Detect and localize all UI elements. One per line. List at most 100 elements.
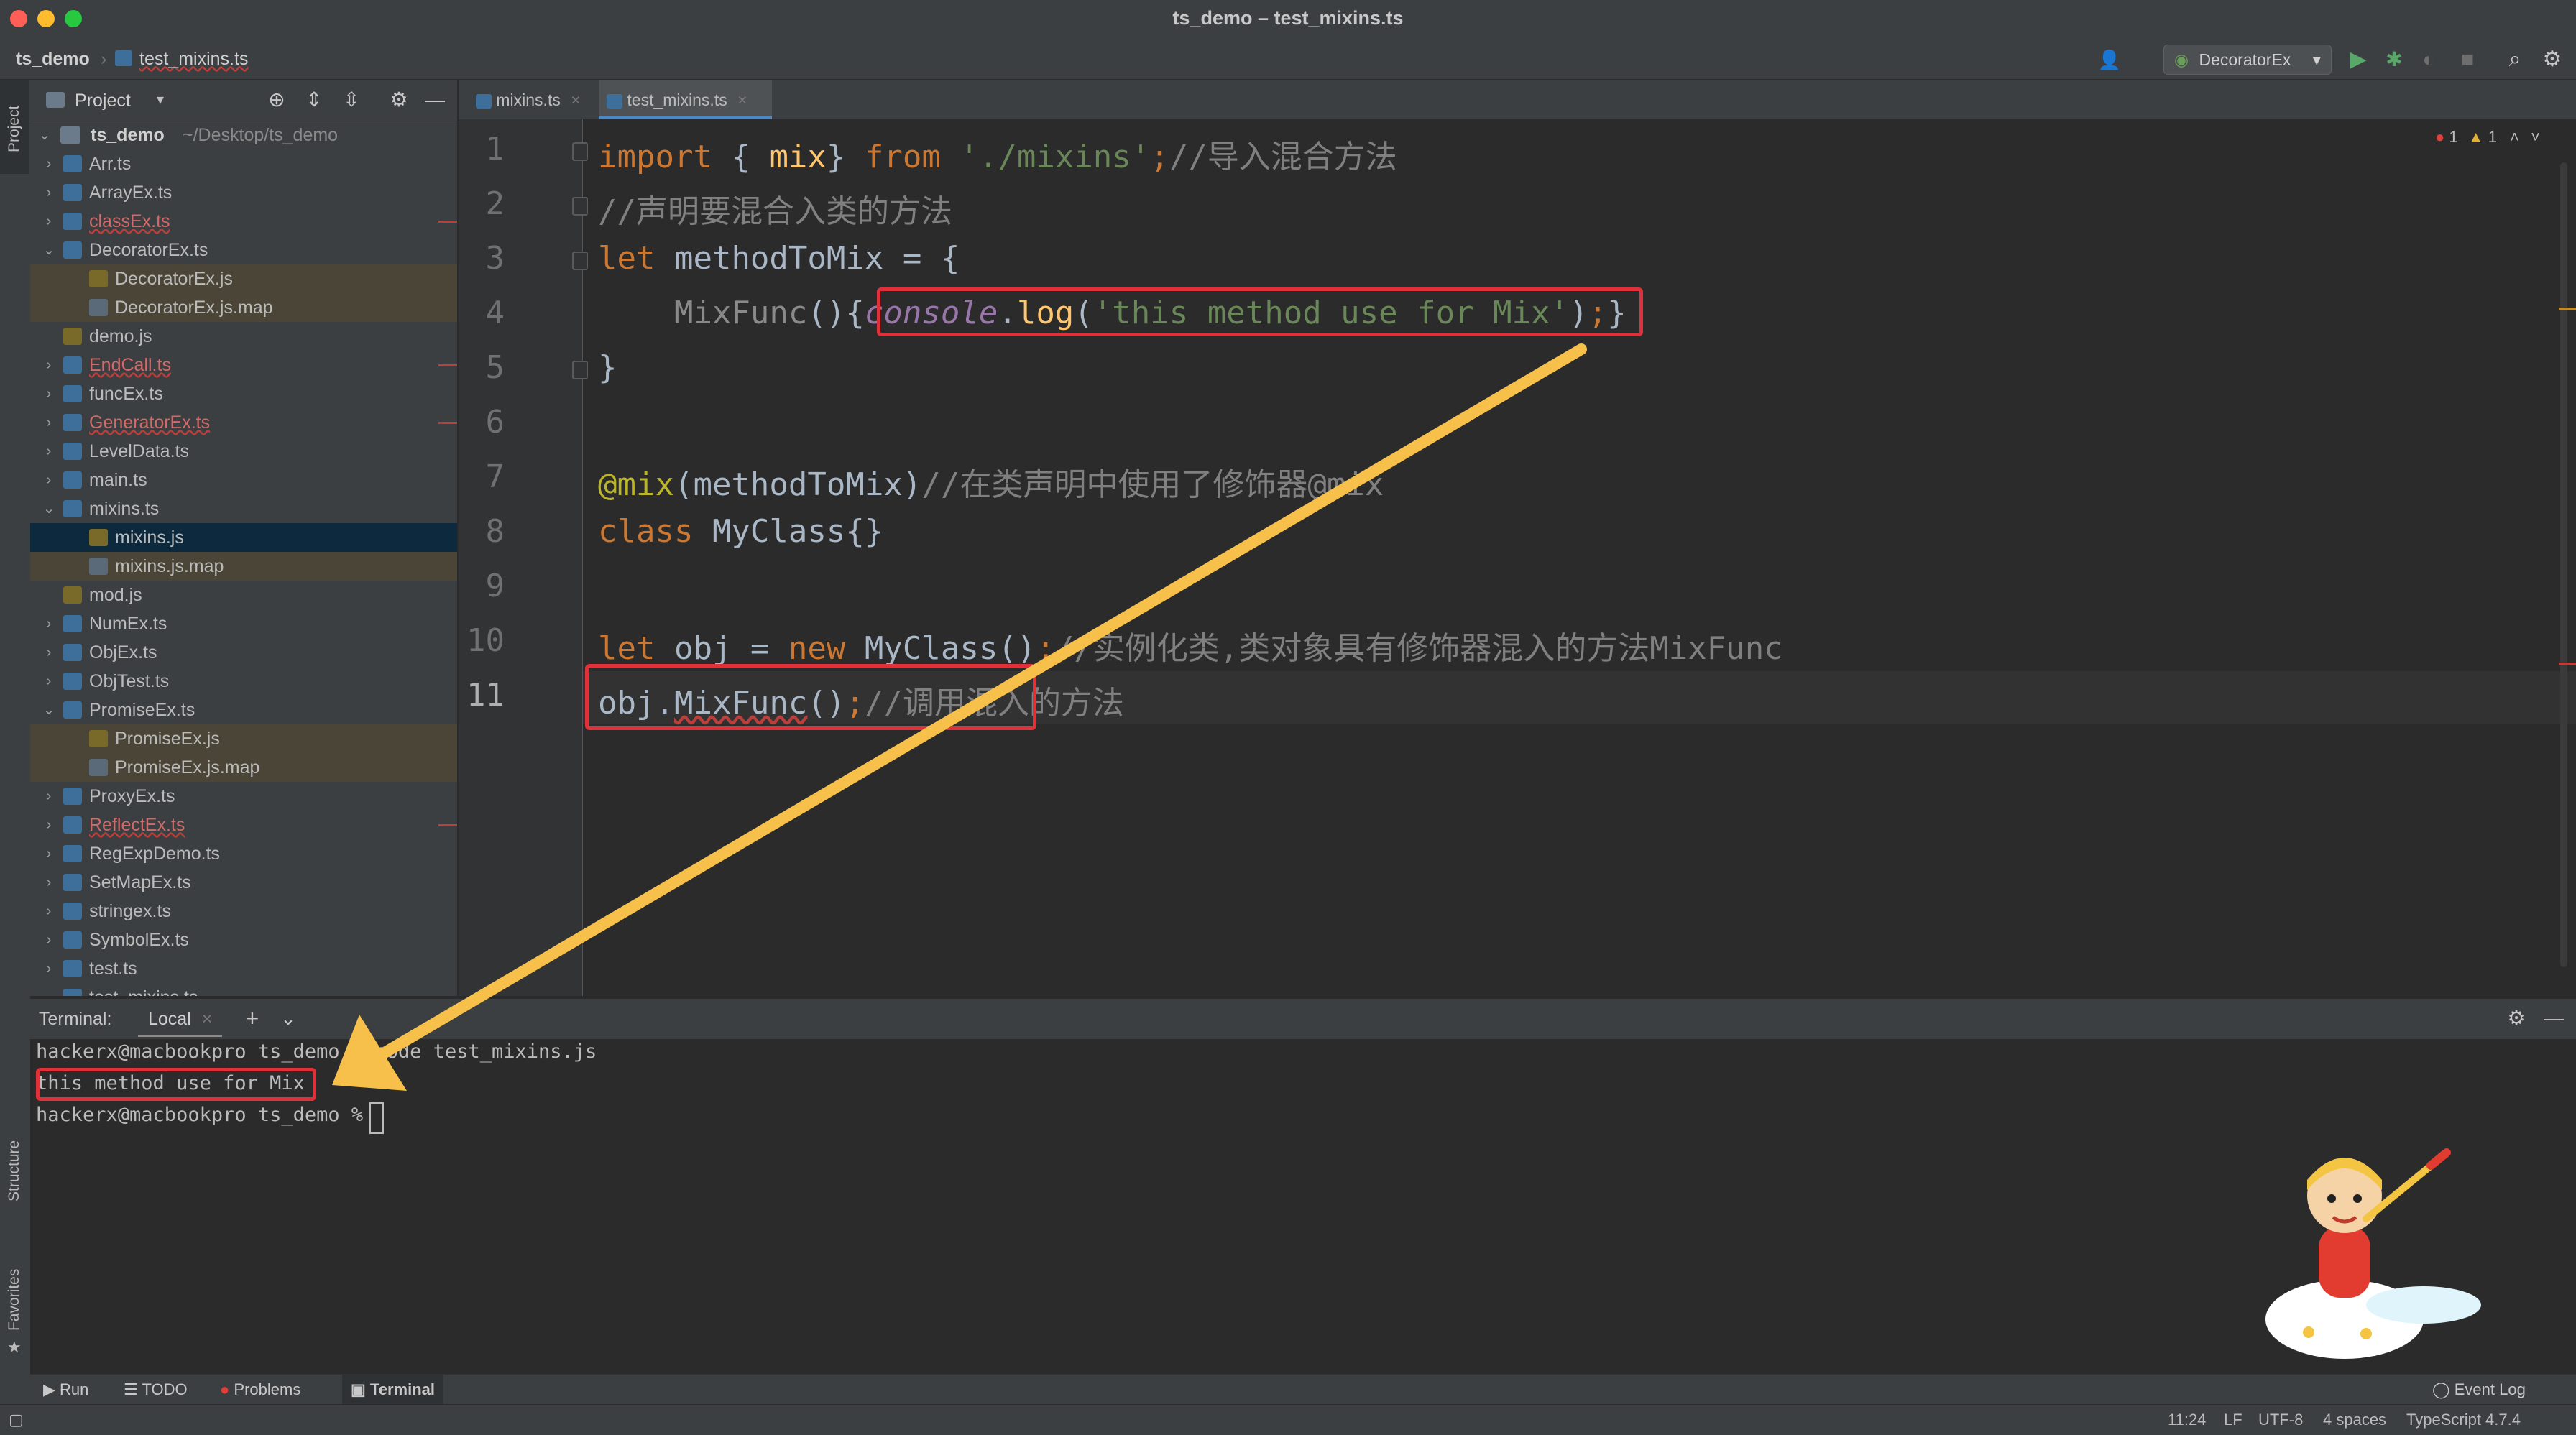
chevron-down-icon[interactable]: ⌄ [42, 236, 56, 264]
terminal-tool-button[interactable]: ▣ Terminal [342, 1375, 443, 1405]
favorites-tool-tab[interactable]: Favorites [6, 1269, 23, 1331]
chevron-right-icon[interactable]: › [42, 954, 56, 983]
gear-icon[interactable]: ⚙ [385, 86, 413, 114]
search-icon[interactable]: ⌕ [2501, 46, 2529, 73]
close-tab-icon[interactable]: × [737, 91, 747, 109]
tree-item[interactable]: › SymbolEx.ts [30, 926, 457, 954]
tree-item[interactable]: › Arr.ts [30, 149, 457, 178]
tree-item[interactable]: › ProxyEx.ts [30, 782, 457, 811]
chevron-right-icon[interactable]: › [42, 868, 56, 897]
chevron-right-icon[interactable]: › [42, 839, 56, 868]
chevron-up-icon[interactable]: ˄ [2510, 128, 2519, 146]
todo-tool-button[interactable]: ☰ TODO [124, 1375, 188, 1405]
breadcrumb-project[interactable]: ts_demo [16, 49, 90, 70]
debug-icon[interactable]: ✱ [2380, 46, 2408, 73]
chevron-right-icon[interactable]: › [42, 149, 56, 178]
tree-item[interactable]: › funcEx.ts [30, 379, 457, 408]
close-tab-icon[interactable]: × [571, 91, 580, 109]
problems-tool-button[interactable]: ● Problems [220, 1375, 300, 1405]
line-separator[interactable]: LF [2224, 1405, 2242, 1435]
tree-item[interactable]: ⌄ test_mixins.ts [30, 983, 457, 996]
locate-file-icon[interactable]: ⊕ [263, 86, 290, 114]
tree-item[interactable]: › ObjTest.ts [30, 667, 457, 696]
chevron-down-icon[interactable]: ⌄ [275, 1005, 302, 1032]
chevron-down-icon[interactable]: ˅ [2531, 128, 2540, 146]
tree-item[interactable]: › ReflectEx.ts [30, 811, 457, 839]
error-marker[interactable] [2559, 663, 2576, 665]
fold-marker-icon[interactable] [572, 361, 588, 379]
event-log-button[interactable]: ◯ Event Log [2432, 1375, 2526, 1405]
tree-item[interactable]: ⌄ PromiseEx.ts [30, 696, 457, 724]
chevron-right-icon[interactable]: › [42, 351, 56, 379]
tree-item[interactable]: › EndCall.ts [30, 351, 457, 379]
chevron-right-icon[interactable]: › [42, 926, 56, 954]
tree-item[interactable]: demo.js [30, 322, 457, 351]
tree-item[interactable]: › stringex.ts [30, 897, 457, 926]
hide-panel-icon[interactable]: — [2540, 1005, 2567, 1032]
indent-setting[interactable]: 4 spaces [2323, 1405, 2386, 1435]
tree-item[interactable]: DecoratorEx.js.map [30, 293, 457, 322]
toggle-panels-icon[interactable]: ▢ [9, 1405, 24, 1435]
terminal-tab-local[interactable]: Local × [138, 1003, 223, 1037]
tab-test-mixins-ts[interactable]: test_mixins.ts × [599, 80, 772, 119]
collapse-all-icon[interactable]: ⇳ [338, 86, 365, 114]
chevron-right-icon[interactable]: › [42, 782, 56, 811]
chevron-down-icon[interactable]: ⌄ [42, 983, 56, 996]
project-tool-tab[interactable]: Project [0, 80, 29, 174]
caret-position[interactable]: 11:24 [2168, 1405, 2206, 1435]
tree-item[interactable]: › NumEx.ts [30, 609, 457, 638]
tree-item[interactable]: ⌄ DecoratorEx.ts [30, 236, 457, 264]
tree-item[interactable]: mixins.js.map [30, 552, 457, 581]
coverage-icon[interactable]: ◐ [2415, 46, 2442, 73]
tree-item[interactable]: › LevelData.ts [30, 437, 457, 466]
chevron-right-icon[interactable]: › [42, 178, 56, 207]
tree-item[interactable]: › ObjEx.ts [30, 638, 457, 667]
tree-item[interactable]: DecoratorEx.js [30, 264, 457, 293]
file-encoding[interactable]: UTF-8 [2258, 1405, 2303, 1435]
tree-item[interactable]: mod.js [30, 581, 457, 609]
chevron-right-icon[interactable]: › [42, 897, 56, 926]
run-icon[interactable]: ▶ [2345, 46, 2372, 73]
gear-icon[interactable]: ⚙ [2539, 46, 2566, 73]
tree-item[interactable]: PromiseEx.js.map [30, 753, 457, 782]
fold-marker-icon[interactable] [572, 252, 588, 270]
language-service[interactable]: TypeScript 4.7.4 [2406, 1405, 2521, 1435]
terminal-output[interactable]: hackerx@macbookpro ts_demo % node test_m… [30, 1039, 2576, 1374]
chevron-down-icon[interactable]: ⌄ [42, 696, 56, 724]
chevron-right-icon[interactable]: › [42, 638, 56, 667]
tree-item[interactable]: › SetMapEx.ts [30, 868, 457, 897]
fold-marker-icon[interactable] [572, 197, 588, 216]
fold-marker-icon[interactable] [572, 142, 588, 161]
editor-scrollbar[interactable] [2560, 162, 2567, 967]
tree-item[interactable]: › GeneratorEx.ts [30, 408, 457, 437]
code-editor[interactable]: 1 2 3 4 5 6 7 8 9 10 11 import { mix} from './mixi… [459, 119, 2576, 996]
chevron-down-icon[interactable]: ⌄ [37, 121, 52, 149]
project-view-selector[interactable]: Project [75, 91, 131, 111]
warning-marker[interactable] [2559, 308, 2576, 310]
tree-item[interactable]: ⌄ mixins.ts [30, 494, 457, 523]
chevron-right-icon[interactable]: › [42, 437, 56, 466]
tree-item[interactable]: › main.ts [30, 466, 457, 494]
chevron-right-icon[interactable]: › [42, 408, 56, 437]
run-tool-button[interactable]: ▶ Run [43, 1375, 88, 1405]
gear-icon[interactable]: ⚙ [2503, 1005, 2530, 1032]
tree-item[interactable]: › ArrayEx.ts [30, 178, 457, 207]
close-tab-icon[interactable]: × [202, 1009, 213, 1029]
tree-item[interactable]: mixins.js [30, 523, 457, 552]
chevron-down-icon[interactable]: ▾ [157, 91, 164, 109]
user-menu-icon[interactable]: 👤▾ [2096, 46, 2123, 98]
tree-item[interactable]: › RegExpDemo.ts [30, 839, 457, 868]
chevron-right-icon[interactable]: › [42, 466, 56, 494]
tree-item[interactable]: › classEx.ts [30, 207, 457, 236]
tree-item[interactable]: PromiseEx.js [30, 724, 457, 753]
chevron-down-icon[interactable]: ⌄ [42, 494, 56, 523]
stop-icon[interactable]: ■ [2454, 46, 2481, 73]
tree-root[interactable]: ⌄ ts_demo ~/Desktop/ts_demo [30, 121, 457, 149]
tab-mixins-ts[interactable]: mixins.ts × [469, 80, 611, 119]
run-configuration-select[interactable]: ◉ DecoratorEx ▾ [2163, 45, 2332, 75]
chevron-right-icon[interactable]: › [42, 667, 56, 696]
chevron-right-icon[interactable]: › [42, 207, 56, 236]
chevron-right-icon[interactable]: › [42, 379, 56, 408]
breadcrumb-file[interactable]: test_mixins.ts [139, 49, 248, 70]
structure-tool-tab[interactable]: Structure [6, 1140, 23, 1201]
